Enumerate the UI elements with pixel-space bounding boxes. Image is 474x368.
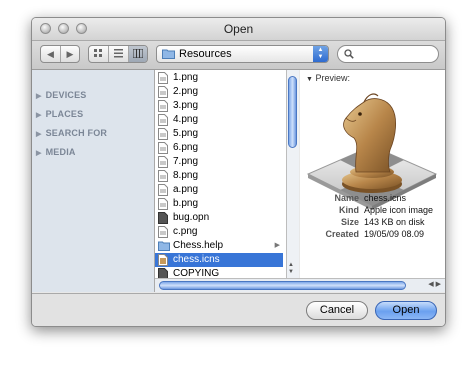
meta-created-value: 19/05/09 08.09 — [364, 229, 425, 239]
sidebar-section-places[interactable]: ▶ PLACES — [36, 109, 83, 119]
scroll-arrows-icon[interactable]: ▲ ▼ — [288, 262, 294, 276]
image-file-icon — [158, 170, 168, 182]
back-button[interactable]: ◀ — [41, 46, 61, 62]
file-row[interactable]: c.png — [155, 225, 283, 239]
meta-size-label: Size — [340, 217, 359, 227]
icon-view-icon — [94, 49, 102, 57]
file-name: 5.png — [173, 128, 199, 139]
view-mode-control — [88, 45, 148, 63]
list-view-icon — [114, 49, 123, 58]
file-name: Chess.help — [173, 240, 224, 251]
location-popup[interactable]: Resources ▲ ▼ — [156, 45, 329, 63]
file-name: 1.png — [173, 72, 199, 83]
file-row[interactable]: bug.opn — [155, 211, 283, 225]
file-name: 8.png — [173, 170, 199, 181]
file-row[interactable]: Chess.help ▶ — [155, 239, 283, 253]
image-file-icon — [158, 86, 168, 98]
file-row[interactable]: 8.png — [155, 169, 283, 183]
icon-view-button[interactable] — [89, 46, 109, 62]
meta-created-label: Created — [325, 229, 359, 239]
disclosure-triangle-icon[interactable]: ▶ — [36, 131, 42, 138]
popup-arrows-icon: ▲ ▼ — [313, 46, 328, 62]
cancel-button[interactable]: Cancel — [306, 301, 368, 320]
file-name: a.png — [173, 184, 199, 195]
file-name: 3.png — [173, 100, 199, 111]
preview-header: ▼ Preview: — [306, 73, 350, 83]
sidebar-section-devices[interactable]: ▶ DEVICES — [36, 90, 87, 100]
file-row[interactable]: 1.png — [155, 71, 283, 85]
image-file-icon — [158, 156, 168, 168]
preview-pane: ▼ Preview: Name chess.icns Kind Apple ic… — [300, 70, 445, 278]
scroll-arrows-icon[interactable]: ◀ ▶ — [428, 280, 441, 288]
meta-name-label: Name — [334, 193, 359, 203]
file-row[interactable]: 5.png — [155, 127, 283, 141]
file-row[interactable]: 2.png — [155, 85, 283, 99]
disclosure-triangle-icon[interactable]: ▶ — [36, 93, 42, 100]
file-list-vertical-scrollbar[interactable]: ▲ ▼ — [286, 70, 299, 278]
meta-size-value: 143 KB on disk — [364, 217, 425, 227]
folder-disclosure-icon: ▶ — [274, 242, 280, 249]
file-list-column: 1.png 2.png 3.png 4.png 5.png 6.png 7.png 8.png… — [155, 70, 287, 280]
browser-horizontal-scrollbar[interactable]: ◀ ▶ — [155, 278, 445, 292]
file-name: 6.png — [173, 142, 199, 153]
meta-name-value: chess.icns — [364, 193, 407, 203]
file-row[interactable]: 4.png — [155, 113, 283, 127]
image-file-icon — [158, 72, 168, 84]
open-button[interactable]: Open — [375, 301, 437, 320]
toolbar: ◀ ▶ Resources ▲ ▼ — [32, 41, 445, 70]
file-row[interactable]: 7.png — [155, 155, 283, 169]
file-row[interactable]: 3.png — [155, 99, 283, 113]
file-name: bug.opn — [173, 212, 210, 223]
search-field[interactable] — [337, 45, 439, 63]
button-bar: Cancel Open — [32, 293, 445, 326]
image-file-icon — [158, 142, 168, 154]
file-name: chess.icns — [173, 254, 220, 265]
disclosure-triangle-icon[interactable]: ▶ — [36, 150, 42, 157]
file-name: 4.png — [173, 114, 199, 125]
meta-kind-value: Apple icon image — [364, 205, 434, 215]
list-view-button[interactable] — [109, 46, 129, 62]
open-dialog: Open ◀ ▶ Resources ▲ ▼ ▶ DEVICES ▶ PLACE… — [31, 17, 446, 327]
sidebar-section-search-for[interactable]: ▶ SEARCH FOR — [36, 128, 107, 138]
file-name: 7.png — [173, 156, 199, 167]
image-file-icon — [158, 100, 168, 112]
sidebar: ▶ DEVICES ▶ PLACES ▶ SEARCH FOR ▶ MEDIA — [32, 70, 155, 292]
vertical-scroll-thumb[interactable] — [288, 76, 297, 148]
image-file-icon — [158, 184, 168, 196]
file-row[interactable]: b.png — [155, 197, 283, 211]
forward-button[interactable]: ▶ — [61, 46, 79, 62]
image-file-icon — [158, 226, 168, 238]
meta-kind-label: Kind — [339, 205, 359, 215]
search-icon — [344, 49, 354, 59]
back-forward-control: ◀ ▶ — [40, 45, 80, 63]
file-name: 2.png — [173, 86, 199, 97]
file-name: b.png — [173, 198, 199, 209]
column-view-button[interactable] — [129, 46, 147, 62]
window-title: Open — [223, 22, 254, 36]
column-view-icon — [132, 48, 144, 59]
document-file-icon — [158, 212, 168, 224]
title-bar: Open — [32, 18, 445, 41]
image-file-icon — [158, 128, 168, 140]
image-file-icon — [158, 198, 168, 210]
folder-icon — [162, 49, 175, 59]
file-row[interactable]: 6.png — [155, 141, 283, 155]
folder-icon — [158, 240, 170, 252]
file-name: c.png — [173, 226, 198, 237]
disclosure-triangle-icon[interactable]: ▼ — [306, 76, 313, 83]
disclosure-triangle-icon[interactable]: ▶ — [36, 112, 42, 119]
file-row[interactable]: a.png — [155, 183, 283, 197]
image-file-icon — [158, 114, 168, 126]
file-row[interactable]: chess.icns — [155, 253, 283, 267]
sidebar-section-media[interactable]: ▶ MEDIA — [36, 147, 76, 157]
icns-file-icon — [158, 254, 168, 266]
horizontal-scroll-thumb[interactable] — [159, 281, 406, 290]
location-label: Resources — [179, 48, 232, 60]
